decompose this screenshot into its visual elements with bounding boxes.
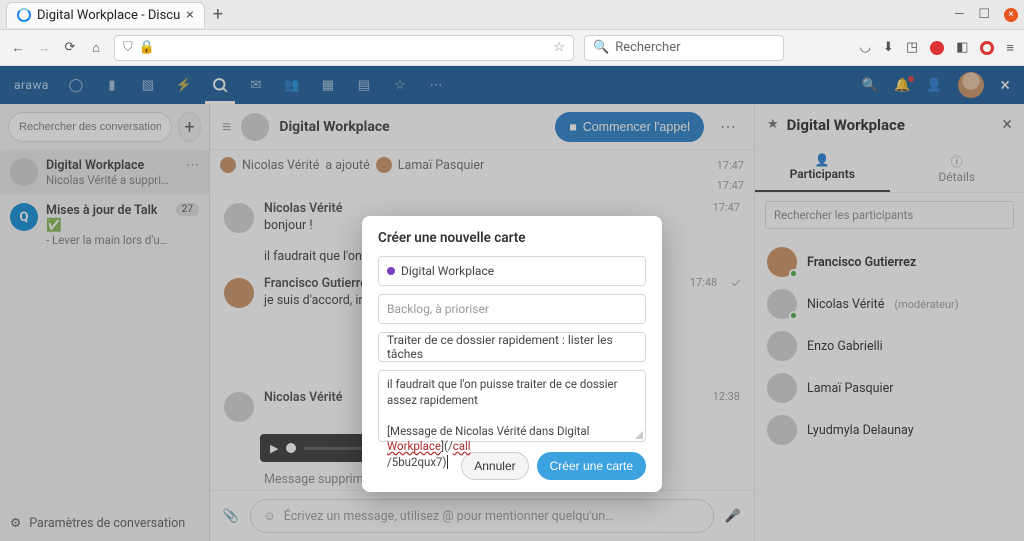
window-close-icon[interactable]: × (1004, 8, 1018, 22)
bookmark-star-icon[interactable]: ☆ (553, 40, 565, 55)
window-minimize-icon[interactable]: — (954, 7, 964, 22)
tab-close-icon[interactable]: × (186, 7, 193, 23)
list-select-placeholder: Backlog, à prioriser (387, 302, 489, 316)
tab-favicon-icon (17, 8, 31, 22)
shield-icon[interactable]: ⛉ (123, 40, 133, 55)
browser-search-placeholder: Rechercher (615, 40, 680, 55)
url-bar[interactable]: ⛉ 🔒 ☆ (114, 35, 574, 61)
window-maximize-icon[interactable]: ☐ (978, 7, 990, 22)
new-tab-button[interactable]: + (213, 4, 223, 25)
nav-back-icon[interactable]: ← (10, 40, 26, 56)
card-desc-line: ](/ (441, 439, 453, 453)
home-icon[interactable]: ⌂ (88, 40, 104, 56)
card-desc-line: /5bu2qux7) (387, 455, 447, 469)
menu-icon[interactable]: ≡ (1006, 40, 1014, 56)
card-desc-line: [Message de Nicolas Vérité dans Digital (387, 424, 589, 438)
board-select[interactable]: Digital Workplace (378, 256, 646, 286)
nav-forward-icon: → (36, 40, 52, 56)
create-card-modal: Créer une nouvelle carte Digital Workpla… (362, 216, 662, 492)
ext2-icon[interactable]: ◧ (956, 40, 968, 55)
card-title-input[interactable]: Traiter de ce dossier rapidement : liste… (378, 332, 646, 362)
lock-icon: 🔒 (139, 40, 155, 55)
tab-title: Digital Workplace - Discu (37, 8, 180, 23)
card-desc-line: il faudrait que l'on puisse traiter de c… (387, 377, 618, 407)
modal-overlay[interactable]: Créer une nouvelle carte Digital Workpla… (0, 66, 1024, 541)
modal-title: Créer une nouvelle carte (378, 230, 646, 246)
reload-icon[interactable]: ⟳ (62, 40, 78, 55)
card-title-value: Traiter de ce dossier rapidement : liste… (387, 333, 637, 361)
ext-icon[interactable]: ◳ (906, 40, 918, 55)
browser-titlebar: Digital Workplace - Discu × + — ☐ × (0, 0, 1024, 30)
pocket-icon[interactable]: ◡ (860, 40, 871, 55)
browser-search[interactable]: 🔍 Rechercher (584, 35, 784, 61)
cancel-button[interactable]: Annuler (461, 452, 528, 480)
card-description-input[interactable]: il faudrait que l'on puisse traiter de c… (378, 370, 646, 442)
downloads-icon[interactable]: ⬇ (883, 40, 894, 55)
board-color-dot-icon (387, 267, 395, 275)
abp-icon[interactable] (980, 41, 994, 55)
create-card-button[interactable]: Créer une carte (537, 452, 646, 480)
search-icon: 🔍 (593, 40, 609, 55)
card-desc-hl: call (453, 439, 471, 453)
browser-tab[interactable]: Digital Workplace - Discu × (6, 2, 205, 28)
browser-toolbar: ← → ⟳ ⌂ ⛉ 🔒 ☆ 🔍 Rechercher ◡ ⬇ ◳ ◧ ≡ (0, 30, 1024, 66)
board-select-value: Digital Workplace (401, 264, 494, 278)
ublock-icon[interactable] (930, 41, 944, 55)
card-desc-hl: Workplace (387, 439, 441, 453)
list-select[interactable]: Backlog, à prioriser (378, 294, 646, 324)
